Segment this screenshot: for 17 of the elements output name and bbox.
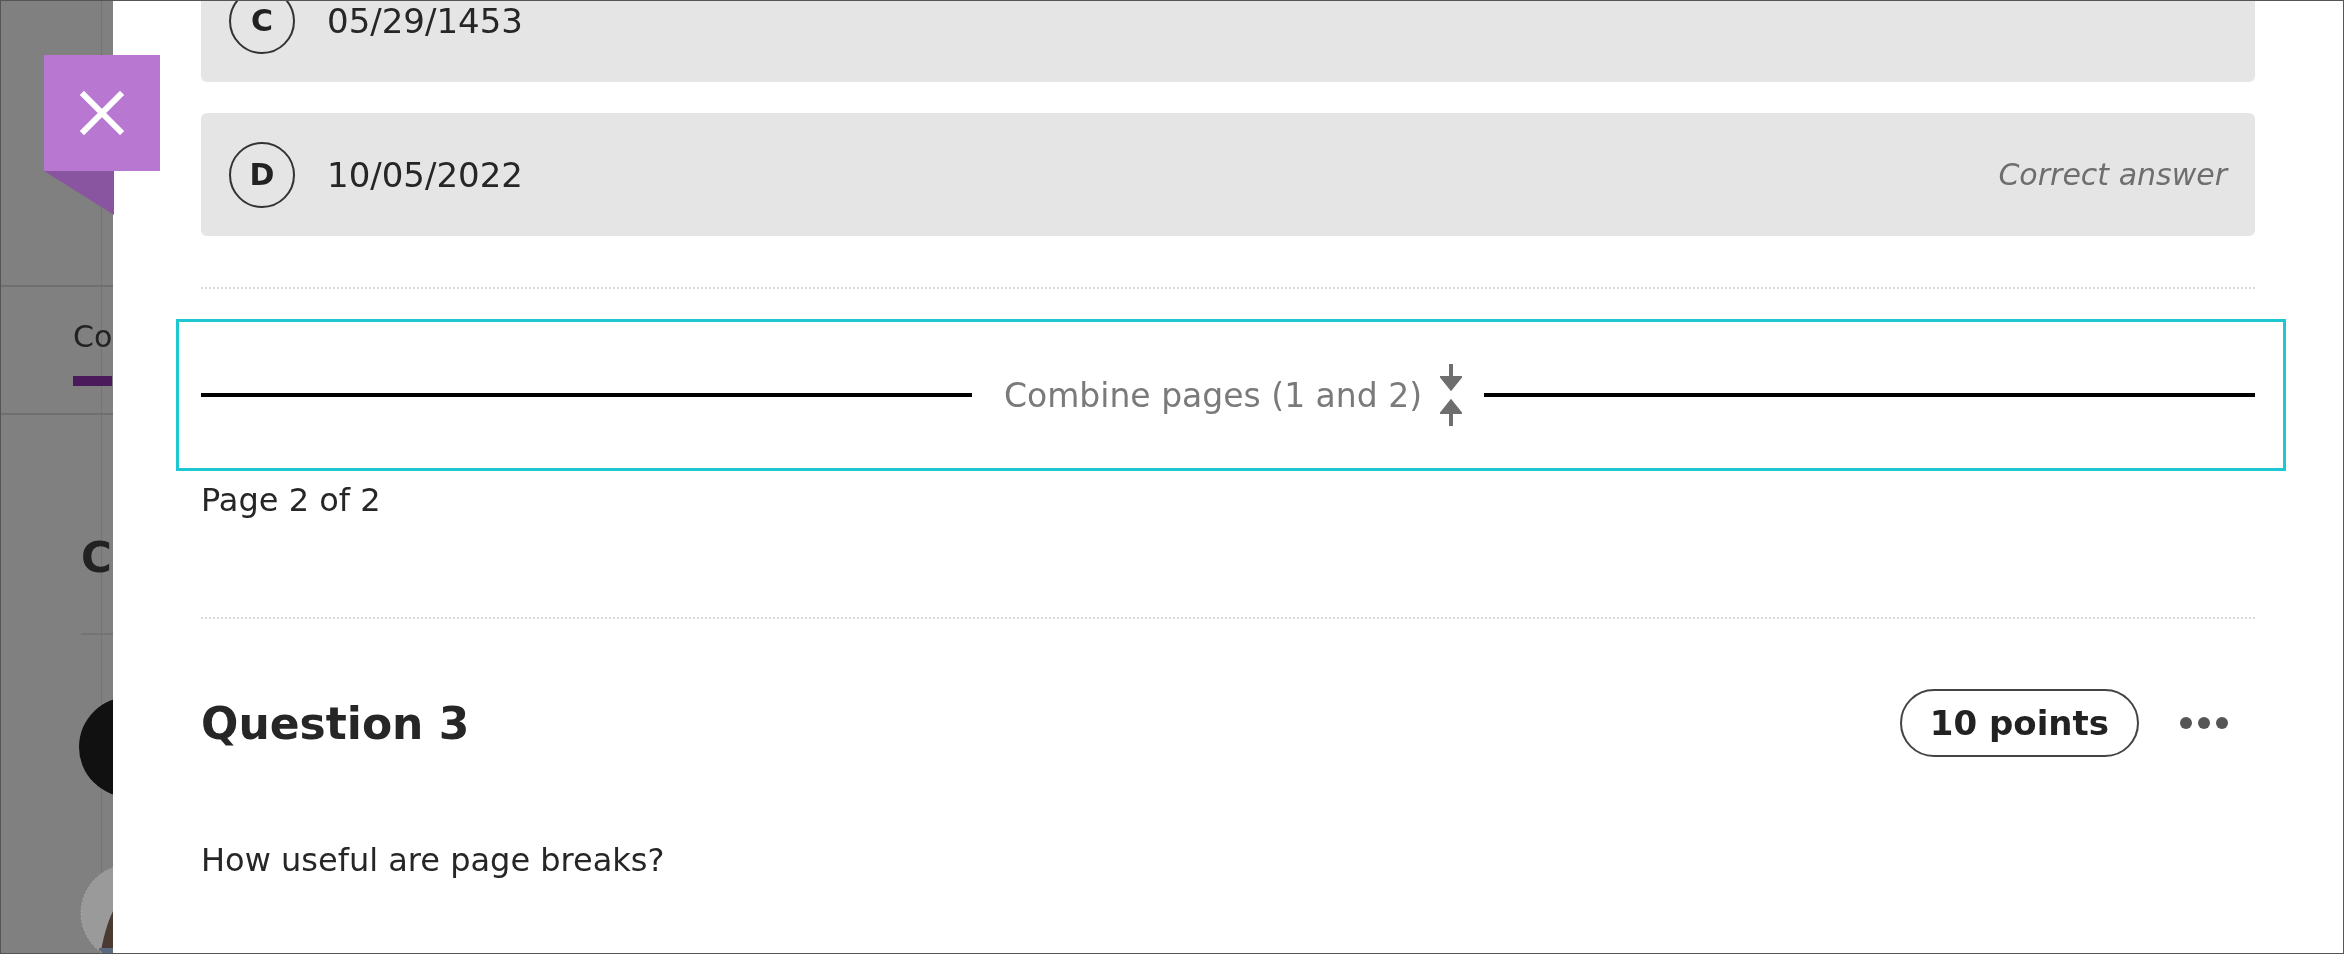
close-button[interactable] [44, 55, 160, 171]
option-letter: D [229, 141, 295, 208]
ribbon-fold [44, 171, 114, 215]
heading: C [81, 533, 112, 582]
combine-pages-button[interactable]: Combine pages (1 and 2) [1003, 362, 1463, 428]
option-letter: C [229, 1, 295, 54]
points-badge: 10 points [1899, 689, 2139, 757]
option-text: 10/05/2022 [327, 154, 524, 195]
question-title: Question 3 [201, 697, 471, 749]
page-number-label: Page 2 of 2 [201, 481, 382, 521]
close-icon [78, 89, 126, 137]
more-options-button[interactable] [2179, 716, 2229, 730]
more-icon [2179, 716, 2229, 730]
combine-arrows-icon [1440, 362, 1463, 428]
correct-answer-label: Correct answer [1998, 157, 2227, 192]
question-text: How useful are page breaks? [201, 841, 666, 879]
option-text: 05/29/1453 [327, 1, 524, 41]
